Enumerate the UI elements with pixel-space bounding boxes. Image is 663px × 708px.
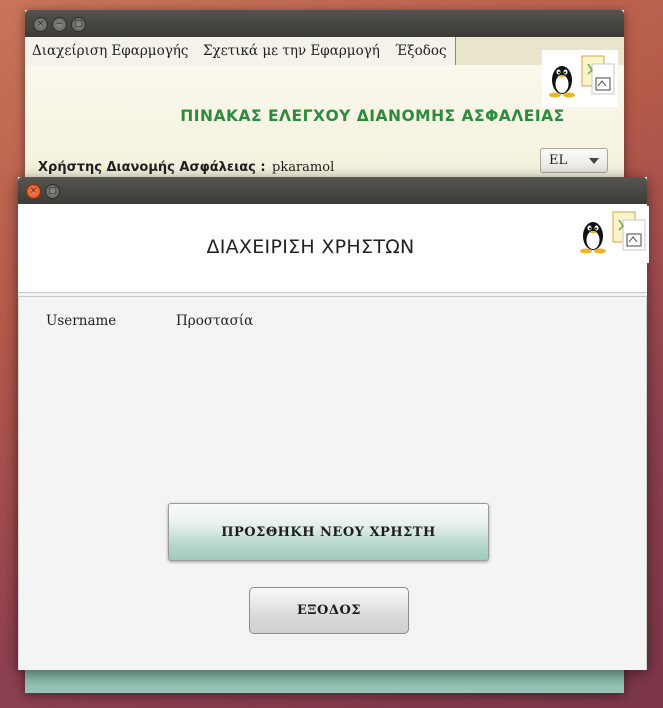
close-icon[interactable]: × [26, 184, 41, 199]
chevron-down-icon [589, 158, 599, 164]
security-user-label: Χρήστης Διανομής Ασφάλειας : [38, 160, 266, 175]
language-value: EL [549, 153, 568, 168]
dialog-title: ΔΙΑΧΕΙΡΙΣΗ ΧΡΗΣΤΩΝ [206, 236, 415, 258]
menu-bar: Διαχείριση Εφαρμογής Σχετικά με την Εφαρ… [25, 37, 456, 66]
menu-about[interactable]: Σχετικά με την Εφαρμογή [203, 43, 380, 59]
maximize-icon[interactable]: □ [45, 184, 60, 199]
back-titlebar: × − □ [25, 10, 624, 37]
add-user-button[interactable]: ΠΡΟΣΘΗΚΗ ΝΕΟΥ ΧΡΗΣΤΗ [168, 503, 489, 561]
security-user-value: pkaramol [272, 160, 335, 175]
exit-button[interactable]: ΕΞΟΔΟΣ [249, 587, 409, 634]
tux-logo-icon [573, 206, 649, 263]
dialog-header: ΔΙΑΧΕΙΡΙΣΗ ΧΡΗΣΤΩΝ [18, 204, 649, 293]
minimize-icon[interactable]: − [52, 17, 67, 32]
back-page-title: ΠΙΝΑΚΑΣ ΕΛΕΓΧΟΥ ΔΙΑΝΟΜΗΣ ΑΣΦΑΛΕΙΑΣ [25, 107, 624, 125]
menu-app-management[interactable]: Διαχείριση Εφαρμογής [32, 43, 188, 59]
column-header-protection[interactable]: Προστασία [176, 313, 253, 329]
back-title-text: ΠΙΝΑΚΑΣ ΕΛΕΓΧΟΥ ΔΙΑΝΟΜΗΣ ΑΣΦΑΛΕΙΑΣ [180, 107, 565, 125]
user-management-dialog: × □ ΔΙΑΧΕΙΡΙΣΗ ΧΡΗΣΤΩΝ Username Προστασί… [18, 177, 649, 670]
language-select[interactable]: EL [540, 148, 608, 173]
back-window-bottom [25, 670, 624, 693]
column-header-username[interactable]: Username [46, 313, 116, 329]
close-icon[interactable]: × [33, 17, 48, 32]
maximize-icon[interactable]: □ [71, 17, 86, 32]
tux-logo-icon [542, 50, 618, 107]
front-titlebar: × □ [18, 177, 647, 204]
menu-exit[interactable]: Έξοδος [395, 43, 447, 59]
